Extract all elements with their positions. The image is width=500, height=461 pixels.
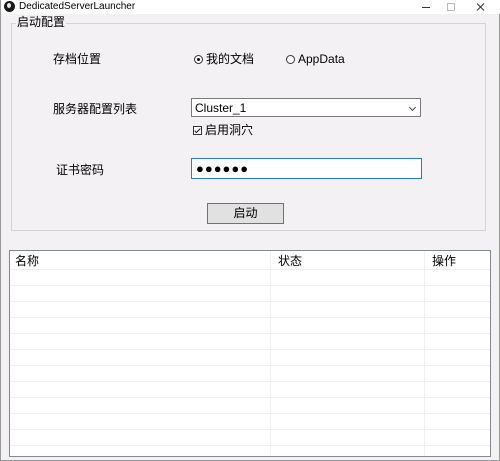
row-divider	[10, 285, 490, 286]
row-divider	[10, 381, 490, 382]
radio-label: 我的文档	[206, 52, 255, 66]
checkbox-checked-icon	[193, 125, 202, 135]
save-location-label: 存档位置	[53, 52, 102, 66]
token-label: 证书密码	[56, 163, 105, 177]
launcher-window: DedicatedServerLauncher 启动配置 存档位置 我的文档 A…	[0, 0, 500, 461]
password-mask: ●●●●●●	[196, 161, 250, 176]
column-header-status[interactable]: 状态	[278, 251, 302, 269]
column-header-actions[interactable]: 操作	[432, 251, 456, 269]
launch-button[interactable]: 启动	[207, 203, 284, 224]
radio-unselected-icon	[286, 54, 295, 64]
window-title: DedicatedServerLauncher	[19, 1, 136, 12]
chevron-down-icon	[408, 103, 417, 112]
radio-label: AppData	[298, 52, 345, 66]
token-password-field[interactable]: ●●●●●●	[191, 158, 422, 179]
row-divider	[10, 333, 490, 334]
row-divider	[10, 349, 490, 350]
row-divider	[10, 269, 490, 270]
title-bar[interactable]: DedicatedServerLauncher	[1, 0, 500, 14]
row-divider	[10, 317, 490, 318]
maximize-icon[interactable]	[439, 0, 463, 14]
server-list[interactable]: 名称 状态 操作	[9, 250, 491, 457]
dropdown-value: Cluster_1	[195, 101, 247, 115]
checkbox-label: 启用洞穴	[205, 123, 254, 137]
row-divider	[10, 429, 490, 430]
minimize-icon[interactable]	[414, 0, 438, 14]
column-header-name[interactable]: 名称	[15, 251, 39, 269]
server-config-label: 服务器配置列表	[53, 102, 138, 116]
row-divider	[10, 365, 490, 366]
column-divider	[424, 251, 425, 456]
radio-selected-icon	[194, 54, 203, 64]
enable-caves-checkbox[interactable]: 启用洞穴	[193, 123, 253, 137]
radio-my-documents[interactable]: 我的文档	[194, 52, 254, 66]
row-divider	[10, 301, 490, 302]
row-divider	[10, 445, 490, 446]
server-config-dropdown[interactable]: Cluster_1	[191, 98, 421, 117]
column-divider	[270, 251, 271, 456]
row-divider	[10, 397, 490, 398]
radio-appdata[interactable]: AppData	[286, 52, 345, 66]
close-icon[interactable]	[468, 0, 492, 14]
app-icon	[4, 1, 15, 12]
group-title: 启动配置	[16, 15, 67, 29]
row-divider	[10, 413, 490, 414]
